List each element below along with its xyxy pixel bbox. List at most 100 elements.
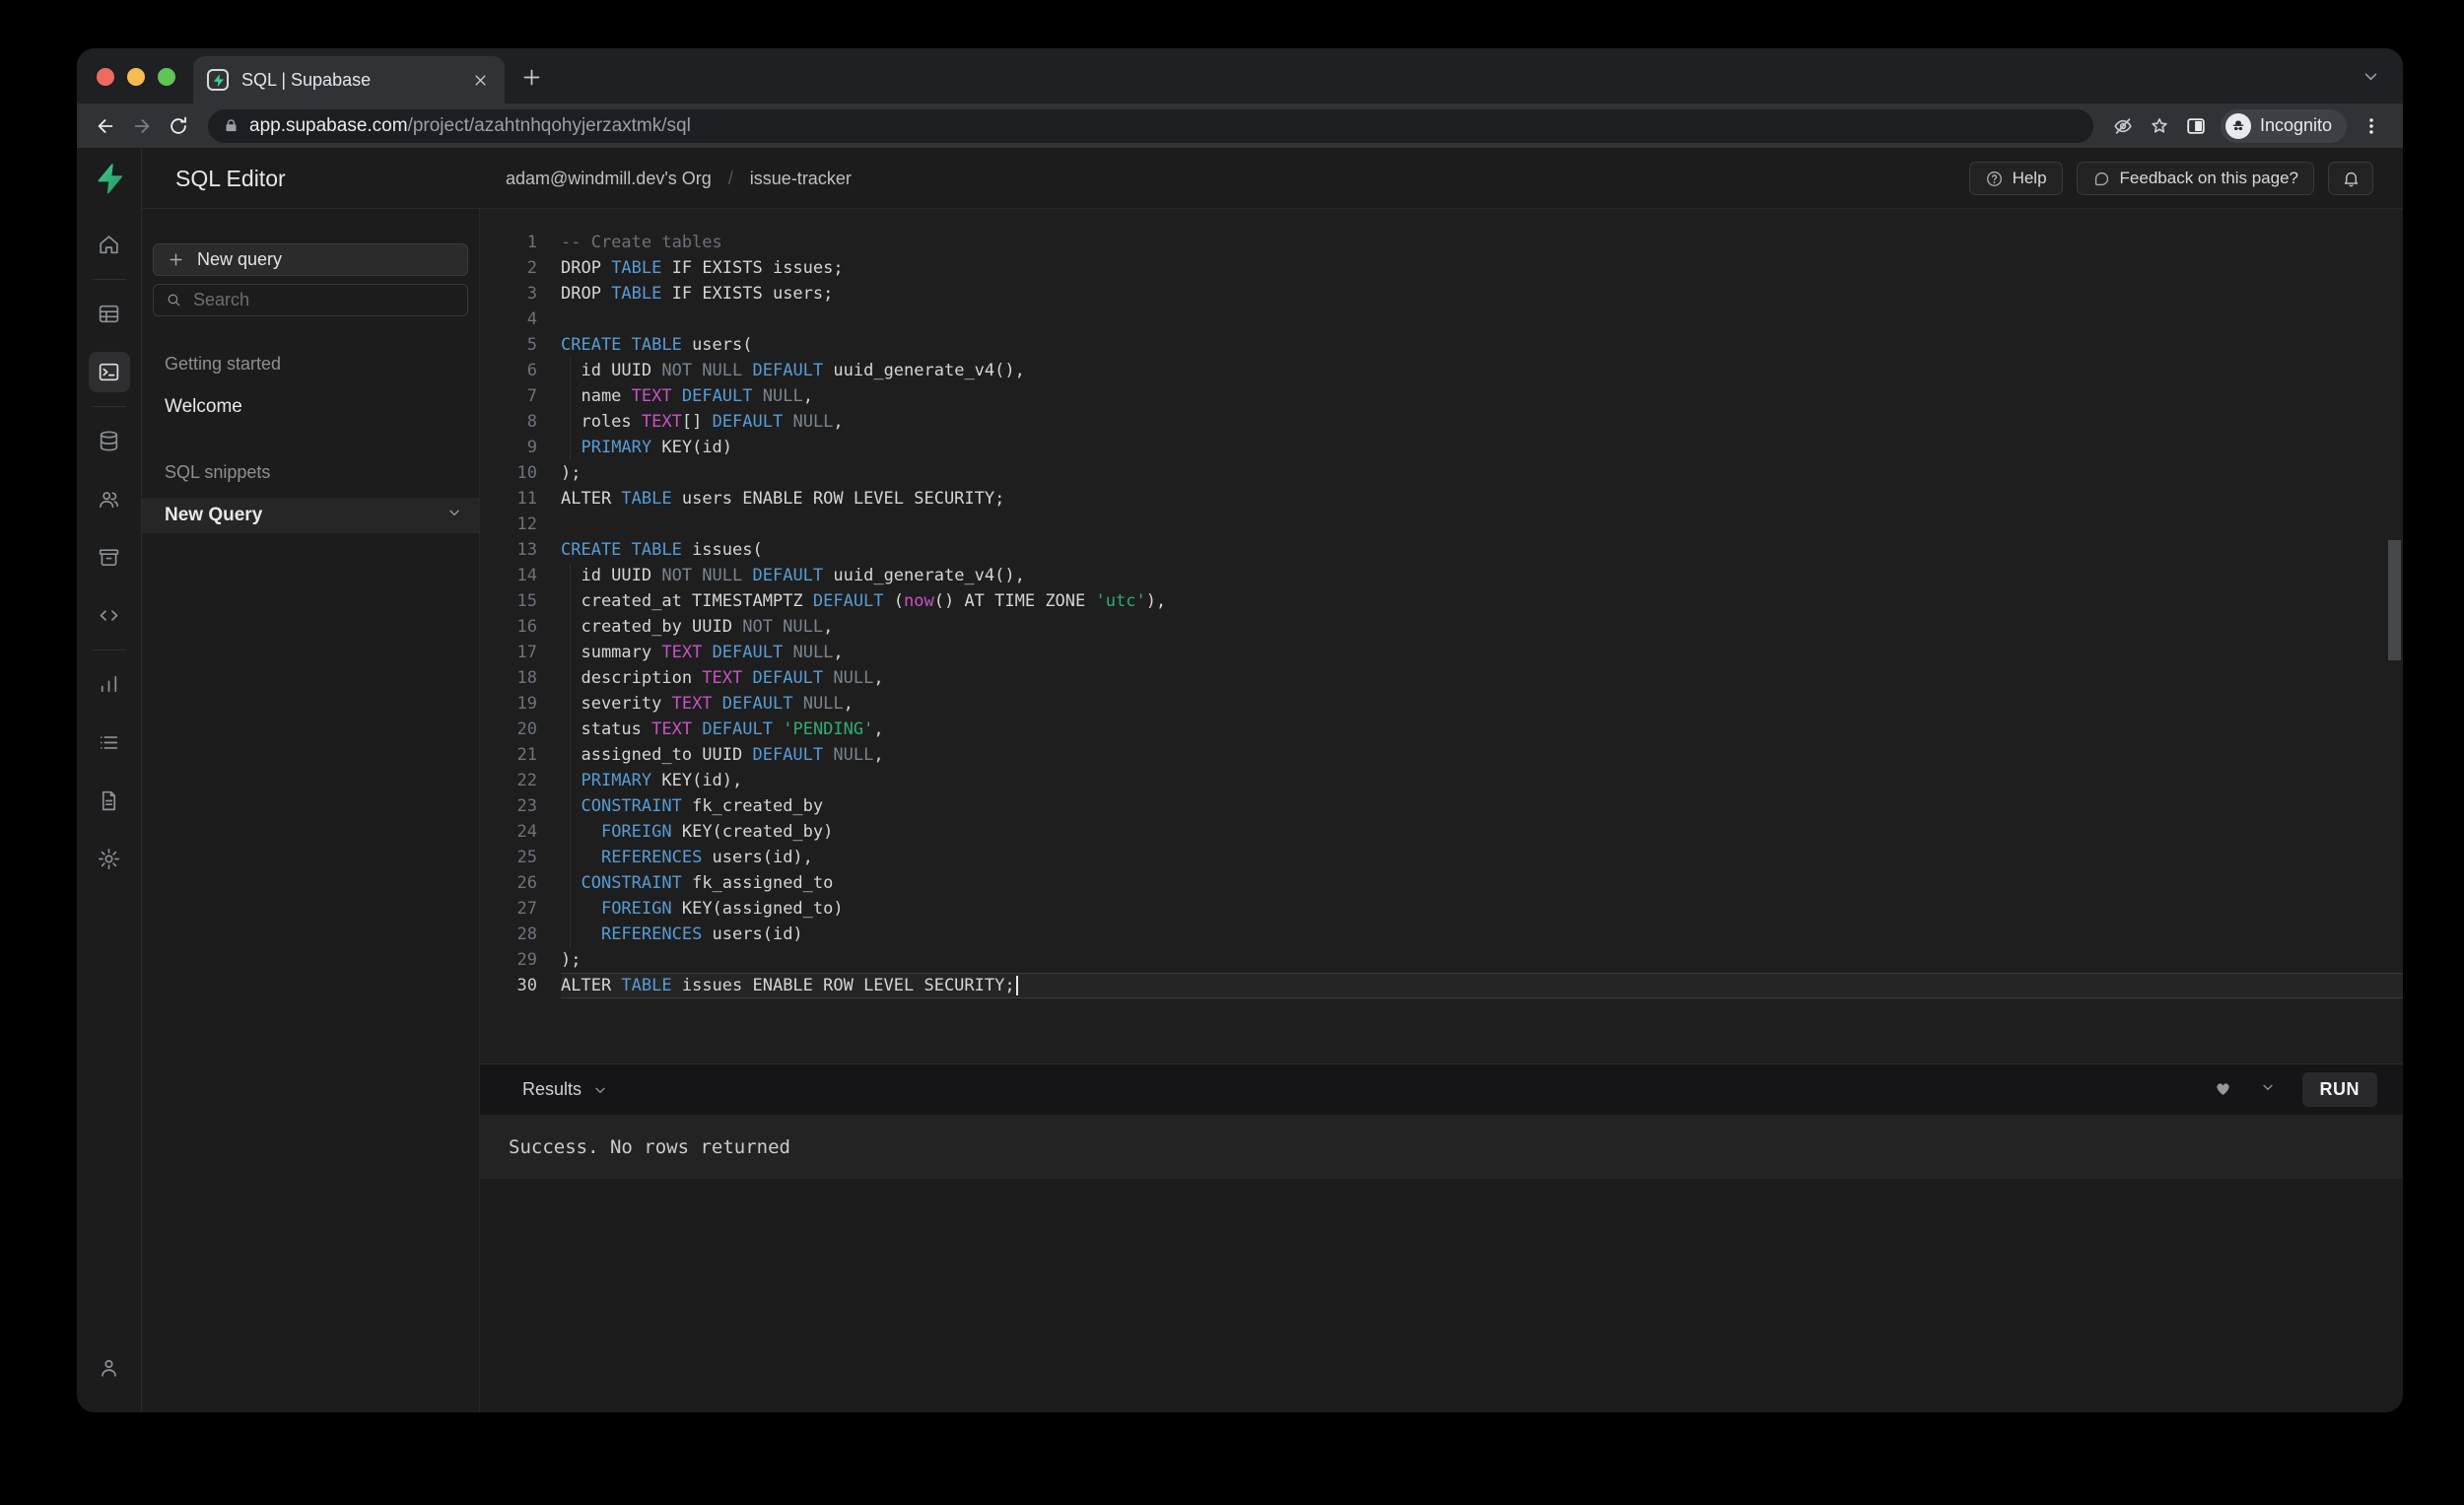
sidebar-item-welcome[interactable]: Welcome <box>142 389 479 425</box>
hide-eye-icon[interactable] <box>2105 107 2142 144</box>
line-number: 21 <box>480 742 537 768</box>
close-window-button[interactable] <box>97 68 114 86</box>
user-icon <box>97 1355 121 1380</box>
incognito-label: Incognito <box>2260 115 2332 136</box>
code-line[interactable]: 24 FOREIGN KEY(created_by) <box>480 819 2403 845</box>
rail-item-sql-editor[interactable] <box>89 352 130 392</box>
search-input[interactable] <box>193 290 455 310</box>
code-line[interactable]: 12 <box>480 512 2403 537</box>
breadcrumb: adam@windmill.dev's Org / issue-tracker <box>506 169 852 189</box>
line-number: 24 <box>480 819 537 845</box>
supabase-logo-icon[interactable] <box>94 163 125 194</box>
code-line[interactable]: 2DROP TABLE IF EXISTS issues; <box>480 255 2403 281</box>
rail-item-settings[interactable] <box>89 839 130 879</box>
supabase-favicon-icon <box>207 69 229 91</box>
breadcrumb-project[interactable]: issue-tracker <box>750 169 852 189</box>
zoom-window-button[interactable] <box>158 68 175 86</box>
browser-menu-icon[interactable] <box>2353 107 2389 144</box>
code-line[interactable]: 21 assigned_to UUID DEFAULT NULL, <box>480 742 2403 768</box>
code-line[interactable]: 16 created_by UUID NOT NULL, <box>480 614 2403 640</box>
bar-chart-icon <box>97 672 121 697</box>
code-line[interactable]: 26 CONSTRAINT fk_assigned_to <box>480 870 2403 896</box>
supabase-app: SQL Editor adam@windmill.dev's Org / iss… <box>77 149 2403 1412</box>
code-line[interactable]: 4 <box>480 307 2403 332</box>
rail-item-api-docs[interactable] <box>89 781 130 821</box>
code-line[interactable]: 6 id UUID NOT NULL DEFAULT uuid_generate… <box>480 358 2403 383</box>
run-options-chevron[interactable] <box>2260 1079 2276 1100</box>
browser-tab[interactable]: SQL | Supabase <box>193 56 505 103</box>
code-line[interactable]: 19 severity TEXT DEFAULT NULL, <box>480 691 2403 717</box>
rail-item-storage[interactable] <box>89 537 130 578</box>
favorite-button[interactable] <box>2213 1077 2233 1103</box>
code-line[interactable]: 9 PRIMARY KEY(id) <box>480 435 2403 460</box>
url-bar[interactable]: app.supabase.com/project/azahtnhqohyjerz… <box>208 109 2093 143</box>
search-icon <box>166 292 182 308</box>
code-line[interactable]: 14 id UUID NOT NULL DEFAULT uuid_generat… <box>480 563 2403 588</box>
code-line[interactable]: 18 description TEXT DEFAULT NULL, <box>480 665 2403 691</box>
reload-icon[interactable] <box>160 107 196 144</box>
code-line[interactable]: 28 REFERENCES users(id) <box>480 922 2403 947</box>
line-number: 20 <box>480 717 537 742</box>
gear-icon <box>97 847 121 871</box>
tab-close-icon[interactable] <box>469 69 491 91</box>
new-query-button[interactable]: New query <box>153 243 468 276</box>
code-line[interactable]: 5CREATE TABLE users( <box>480 332 2403 358</box>
code-line[interactable]: 27 FOREIGN KEY(assigned_to) <box>480 896 2403 922</box>
code-line[interactable]: 23 CONSTRAINT fk_created_by <box>480 793 2403 819</box>
code-line[interactable]: 20 status TEXT DEFAULT 'PENDING', <box>480 717 2403 742</box>
code-line[interactable]: 25 REFERENCES users(id), <box>480 845 2403 870</box>
code-line[interactable]: 13CREATE TABLE issues( <box>480 537 2403 563</box>
rail-item-home[interactable] <box>89 225 130 265</box>
chevron-down-icon <box>2260 1079 2276 1095</box>
rail-item-reports[interactable] <box>89 664 130 705</box>
users-icon <box>97 487 121 512</box>
back-icon[interactable] <box>87 107 123 144</box>
indent-guide <box>570 358 571 460</box>
results-dropdown[interactable]: Results <box>522 1079 608 1100</box>
breadcrumb-org[interactable]: adam@windmill.dev's Org <box>506 169 712 189</box>
speech-bubble-icon <box>2092 170 2111 188</box>
archive-icon <box>97 545 121 570</box>
code-line[interactable]: 3DROP TABLE IF EXISTS users; <box>480 281 2403 307</box>
feedback-button[interactable]: Feedback on this page? <box>2077 162 2314 195</box>
code-line[interactable]: 30ALTER TABLE issues ENABLE ROW LEVEL SE… <box>480 973 2403 998</box>
line-number: 22 <box>480 768 537 793</box>
rail-item-functions[interactable] <box>89 595 130 636</box>
run-button[interactable]: RUN <box>2302 1072 2378 1107</box>
breadcrumb-separator: / <box>728 169 733 189</box>
code-line[interactable]: 29); <box>480 947 2403 973</box>
new-tab-button[interactable] <box>518 64 544 90</box>
rail-item-logs[interactable] <box>89 722 130 763</box>
rail-item-table-editor[interactable] <box>89 294 130 334</box>
rail-item-account[interactable] <box>89 1347 130 1388</box>
line-number: 1 <box>480 230 537 255</box>
code-line[interactable]: 15 created_at TIMESTAMPTZ DEFAULT (now()… <box>480 588 2403 614</box>
sidebar-item-new-query[interactable]: New Query <box>142 498 479 533</box>
tab-search-chevron-icon[interactable] <box>2362 68 2379 90</box>
code-line[interactable]: 11ALTER TABLE users ENABLE ROW LEVEL SEC… <box>480 486 2403 512</box>
code-line[interactable]: 10); <box>480 460 2403 486</box>
code-line[interactable]: 8 roles TEXT[] DEFAULT NULL, <box>480 409 2403 435</box>
line-number: 25 <box>480 845 537 870</box>
notifications-button[interactable] <box>2328 162 2373 195</box>
chevron-down-icon <box>446 505 462 526</box>
line-number: 3 <box>480 281 537 307</box>
search-box[interactable] <box>153 284 468 316</box>
code-line[interactable]: 22 PRIMARY KEY(id), <box>480 768 2403 793</box>
code-line[interactable]: 7 name TEXT DEFAULT NULL, <box>480 383 2403 409</box>
help-button[interactable]: Help <box>1969 162 2063 195</box>
tab-title: SQL | Supabase <box>241 70 456 91</box>
code-line[interactable]: 1-- Create tables <box>480 230 2403 255</box>
forward-icon[interactable] <box>123 107 160 144</box>
minimize-window-button[interactable] <box>127 68 145 86</box>
side-panel-icon[interactable] <box>2178 107 2215 144</box>
rail-item-auth[interactable] <box>89 479 130 519</box>
editor-scrollbar[interactable] <box>2388 540 2401 660</box>
code-line[interactable]: 17 summary TEXT DEFAULT NULL, <box>480 640 2403 665</box>
line-number: 10 <box>480 460 537 486</box>
line-number: 6 <box>480 358 537 383</box>
bookmark-star-icon[interactable] <box>2142 107 2178 144</box>
line-number: 19 <box>480 691 537 717</box>
rail-item-database[interactable] <box>89 421 130 461</box>
code-editor[interactable]: 1-- Create tables2DROP TABLE IF EXISTS i… <box>480 209 2403 1063</box>
